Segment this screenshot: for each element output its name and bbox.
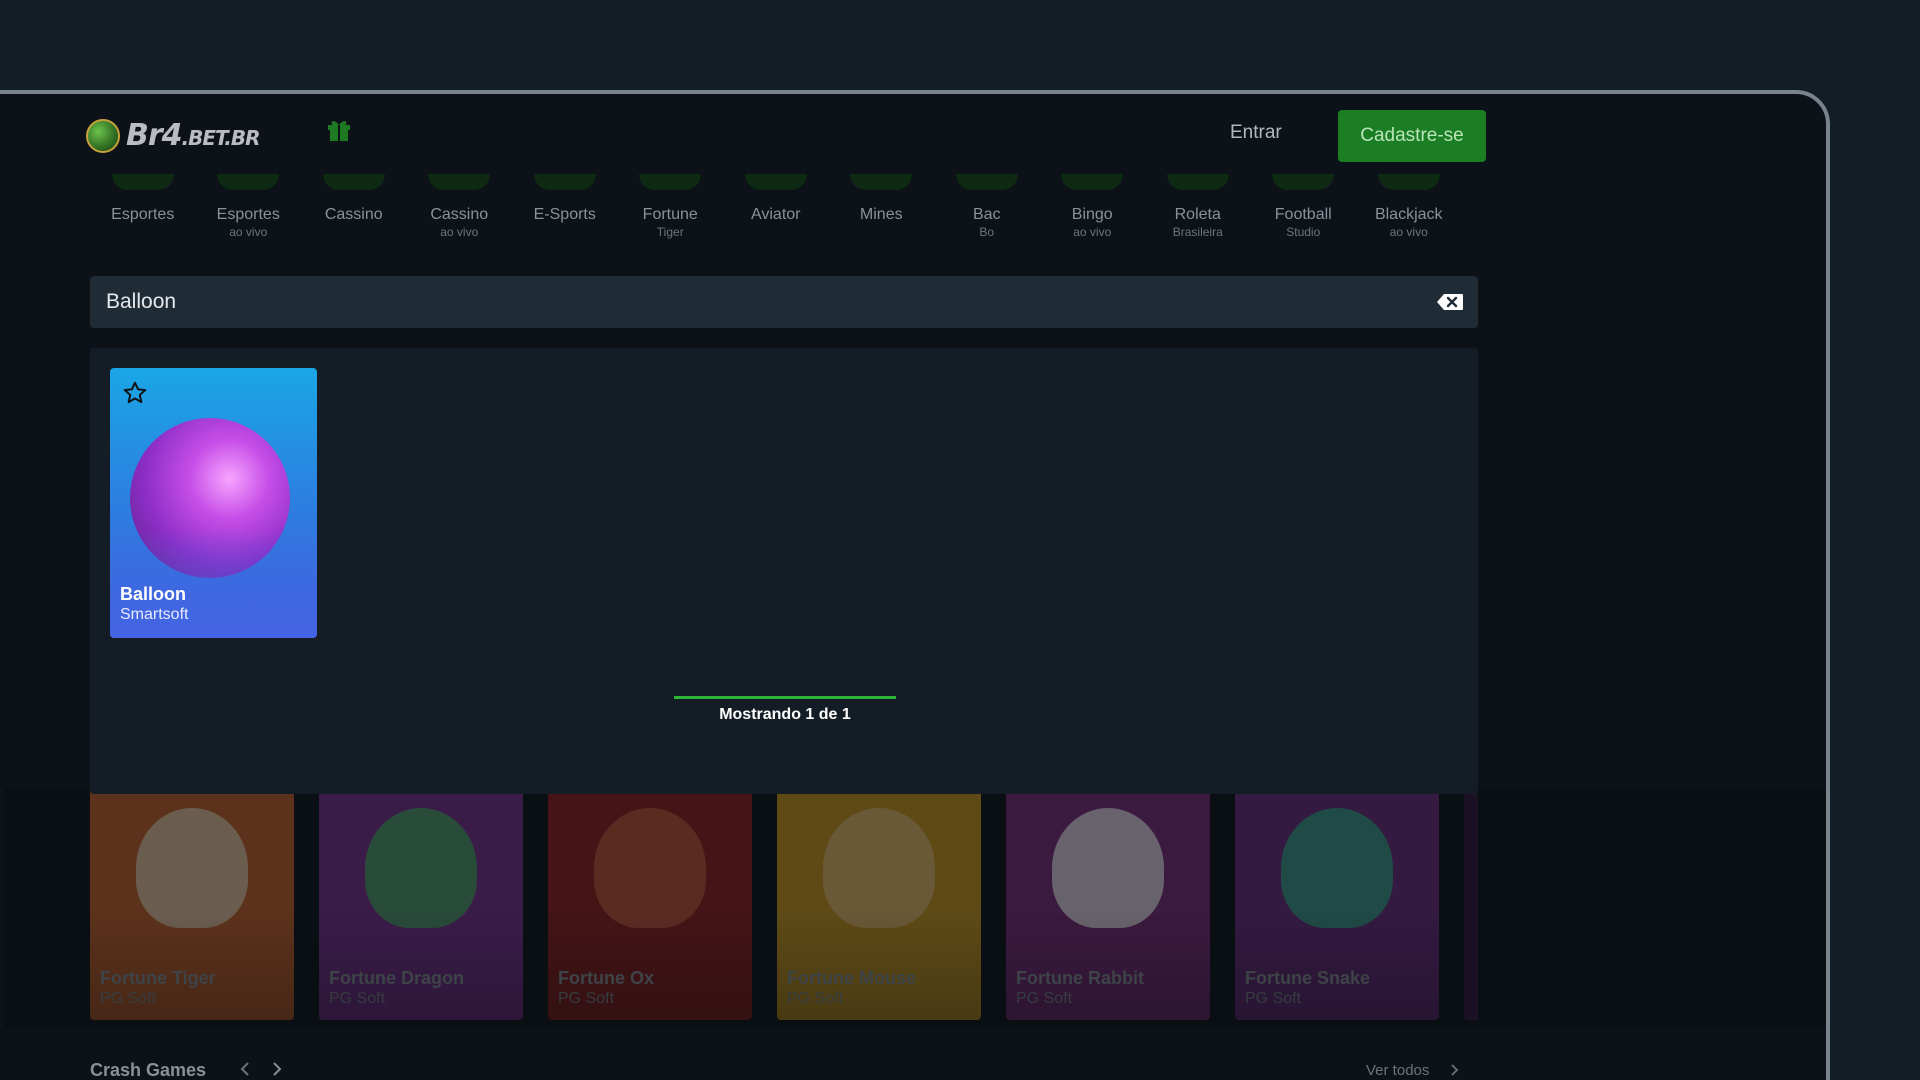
nav-label: Aviator bbox=[750, 206, 801, 223]
chevron-left-icon[interactable] bbox=[238, 1060, 254, 1078]
nav-item-mines[interactable]: Mines bbox=[829, 174, 935, 239]
nav-item-aviator[interactable]: Aviator bbox=[723, 174, 829, 239]
see-all-link[interactable]: Ver todos bbox=[1366, 1062, 1429, 1079]
nav-label: Esportes bbox=[111, 206, 175, 223]
nav-item-fortune-tiger[interactable]: Fortune Tiger bbox=[618, 174, 724, 239]
nav-icon bbox=[744, 174, 807, 190]
nav-item-bingo-ao-vivo[interactable]: Bingo ao vivo bbox=[1040, 174, 1146, 239]
nav-icon bbox=[217, 174, 280, 190]
game-card-balloon[interactable]: Balloon Smartsoft bbox=[110, 368, 317, 638]
nav-sublabel: Bo bbox=[979, 225, 995, 239]
game-title: Fortune Ox bbox=[558, 968, 655, 988]
nav-item-e-sports[interactable]: E-Sports bbox=[512, 174, 618, 239]
nav-label: Roleta bbox=[1174, 206, 1221, 223]
nav-label: Cassino bbox=[324, 206, 383, 223]
game-card-fortune-dragon[interactable]: Fortune Dragon PG Soft bbox=[319, 788, 523, 1020]
nav-icon bbox=[111, 174, 174, 190]
search-results-panel: Balloon Smartsoft Mostrando 1 de 1 bbox=[90, 348, 1478, 794]
nav-icon bbox=[533, 174, 596, 190]
logo-text: Br4.BET.BR bbox=[126, 118, 261, 153]
nav-label: Esportes bbox=[216, 206, 280, 223]
game-provider: PG Soft bbox=[558, 990, 615, 1007]
game-card-fortune-mouse[interactable]: Fortune Mouse PG Soft bbox=[777, 788, 981, 1020]
login-button[interactable]: Entrar bbox=[1230, 122, 1282, 144]
star-outline-icon[interactable] bbox=[122, 380, 148, 406]
nav-sublabel: ao vivo bbox=[229, 225, 268, 239]
nav-item-bac-bo[interactable]: Bac Bo bbox=[934, 174, 1040, 239]
results-progress-bar bbox=[674, 696, 896, 699]
crash-games-heading: Crash Games bbox=[90, 1060, 207, 1080]
device-frame: Br4.BET.BR Entrar Cadastre-se Esportes Es… bbox=[0, 90, 1830, 1080]
results-progress-fill bbox=[674, 696, 896, 699]
game-provider: PG Soft bbox=[329, 990, 386, 1007]
nav-icon bbox=[428, 174, 491, 190]
nav-sublabel: Brasileira bbox=[1172, 225, 1223, 239]
search-input[interactable] bbox=[106, 276, 1406, 328]
gift-icon[interactable] bbox=[326, 116, 352, 142]
nav-icon bbox=[1166, 174, 1229, 190]
nav-icon bbox=[1377, 174, 1440, 190]
nav-icon bbox=[639, 174, 702, 190]
game-title: Balloon bbox=[120, 584, 186, 604]
game-card-fortune-tiger[interactable]: Fortune Tiger PG Soft bbox=[90, 788, 294, 1020]
game-provider: PG Soft bbox=[1016, 990, 1073, 1007]
game-title: Fortune Mouse bbox=[787, 968, 916, 988]
nav-item-roleta-brasileira[interactable]: Roleta Brasileira bbox=[1145, 174, 1251, 239]
nav-icon bbox=[850, 174, 913, 190]
nav-sublabel: ao vivo bbox=[440, 225, 479, 239]
search-bar bbox=[90, 276, 1478, 328]
featured-games-row: Fortune Tiger PG Soft Fortune Dragon PG Sof… bbox=[90, 788, 1478, 1020]
nav-item-cassino[interactable]: Cassino bbox=[301, 174, 407, 239]
nav-label: Bingo bbox=[1071, 206, 1113, 223]
nav-item-football-studio[interactable]: Football Studio bbox=[1251, 174, 1357, 239]
nav-label: Cassino bbox=[430, 206, 489, 223]
results-count-text: Mostrando 1 de 1 bbox=[719, 706, 851, 723]
app-screen: Br4.BET.BR Entrar Cadastre-se Esportes Es… bbox=[4, 94, 1826, 1080]
game-title: Fortune Dragon bbox=[329, 968, 464, 988]
backspace-clear-icon[interactable] bbox=[1436, 293, 1464, 311]
nav-label: Blackjack bbox=[1374, 206, 1443, 223]
nav-label: Football bbox=[1274, 206, 1332, 223]
game-card-partial[interactable] bbox=[1464, 788, 1478, 1020]
game-card-fortune-ox[interactable]: Fortune Ox PG Soft bbox=[548, 788, 752, 1020]
game-provider: PG Soft bbox=[787, 990, 844, 1007]
category-nav: Esportes Esportes ao vivo Cassino Cassino ao … bbox=[90, 174, 1462, 239]
nav-icon bbox=[1061, 174, 1124, 190]
nav-icon bbox=[322, 174, 385, 190]
nav-label: Bac bbox=[972, 206, 1001, 223]
nav-label: Mines bbox=[859, 206, 903, 223]
game-provider: PG Soft bbox=[100, 990, 157, 1007]
game-title: Fortune Rabbit bbox=[1016, 968, 1144, 988]
chevron-right-icon[interactable] bbox=[268, 1060, 284, 1078]
game-provider: PG Soft bbox=[1245, 990, 1302, 1007]
nav-icon bbox=[1272, 174, 1335, 190]
chevron-right-small-icon[interactable] bbox=[1448, 1062, 1460, 1078]
nav-sublabel: Tiger bbox=[656, 225, 684, 239]
nav-item-cassino-ao-vivo[interactable]: Cassino ao vivo bbox=[407, 174, 513, 239]
nav-item-esportes[interactable]: Esportes bbox=[90, 174, 196, 239]
nav-label: Fortune bbox=[642, 206, 698, 223]
nav-item-esportes-ao-vivo[interactable]: Esportes ao vivo bbox=[196, 174, 302, 239]
nav-sublabel: ao vivo bbox=[1073, 225, 1112, 239]
game-title: Fortune Tiger bbox=[100, 968, 216, 988]
logo-ball-icon bbox=[86, 118, 120, 153]
register-button[interactable]: Cadastre-se bbox=[1338, 110, 1486, 162]
game-provider: Smartsoft bbox=[120, 606, 189, 623]
game-card-fortune-rabbit[interactable]: Fortune Rabbit PG Soft bbox=[1006, 788, 1210, 1020]
site-logo[interactable]: Br4.BET.BR bbox=[86, 118, 261, 153]
game-title: Fortune Snake bbox=[1245, 968, 1371, 988]
nav-label: E-Sports bbox=[533, 206, 596, 223]
game-card-fortune-snake[interactable]: Fortune Snake PG Soft bbox=[1235, 788, 1439, 1020]
nav-icon bbox=[955, 174, 1018, 190]
nav-item-blackjack-ao-vivo[interactable]: Blackjack ao vivo bbox=[1356, 174, 1462, 239]
nav-sublabel: Studio bbox=[1286, 225, 1321, 239]
nav-sublabel: ao vivo bbox=[1389, 225, 1428, 239]
